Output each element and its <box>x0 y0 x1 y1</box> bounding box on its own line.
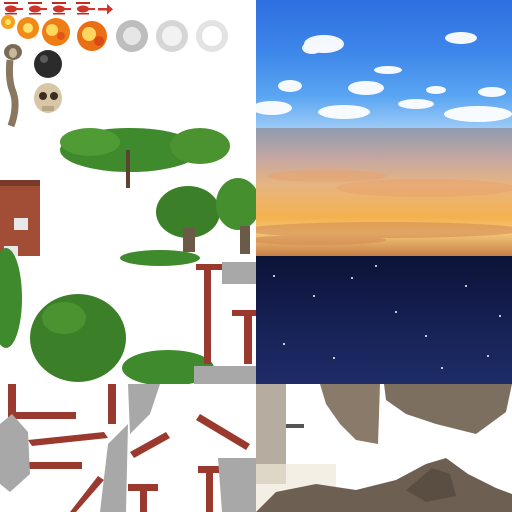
helicopter-icon <box>52 2 71 15</box>
explosion-frame <box>156 20 188 52</box>
jungle-tree-tiles <box>0 128 256 384</box>
sunset-sky-backdrop <box>256 128 512 256</box>
broken-concrete-tiles <box>0 384 256 512</box>
sprite-sheet <box>0 0 512 512</box>
helicopter-icon <box>76 2 95 15</box>
daytime-sky-backdrop <box>256 0 512 128</box>
tree-canopy <box>60 128 230 172</box>
sprite-row-top <box>1 2 228 128</box>
right-arrow-icon <box>98 4 113 15</box>
explosion-frame <box>1 15 15 29</box>
tree-canopy <box>0 248 214 384</box>
brick-building-tile <box>0 180 40 256</box>
skull-sprite <box>34 83 62 113</box>
explosion-frame <box>17 17 39 39</box>
rocky-cliff-tiles <box>256 384 512 512</box>
explosion-frame <box>42 18 70 46</box>
red-steel-girder-tiles <box>0 384 256 512</box>
cobra-sprite <box>4 44 22 128</box>
explosion-frame <box>196 20 228 52</box>
tree-canopy <box>120 178 256 266</box>
explosion-frame <box>116 20 148 52</box>
explosion-frame <box>77 21 107 51</box>
helicopter-icon <box>4 2 23 15</box>
helicopter-icon <box>28 2 47 15</box>
night-sky-backdrop <box>256 256 512 384</box>
cannonball-sprite <box>34 50 62 78</box>
